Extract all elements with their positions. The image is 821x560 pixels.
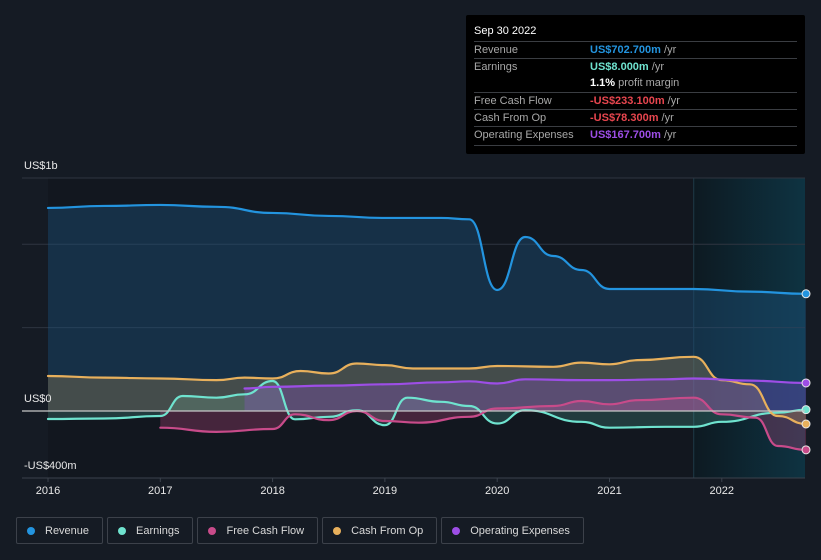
endpoint-free-cash-flow (801, 445, 811, 455)
legend-dot-icon (333, 526, 342, 535)
x-tick-label: 2018 (260, 485, 285, 497)
tooltip-row-profit-margin: 1.1% profit margin (474, 75, 797, 92)
tooltip-value: US$702.700m /yr (590, 44, 677, 56)
x-tick-label: 2020 (484, 485, 510, 497)
legend-item-free-cash-flow[interactable]: Free Cash Flow (197, 517, 319, 544)
tooltip-row-operating-expenses: Operating Expenses US$167.700m /yr (474, 126, 797, 144)
tooltip-label: Earnings (474, 61, 518, 73)
endpoint-earnings (801, 405, 811, 415)
legend-dot-icon (27, 526, 35, 535)
legend: Revenue Earnings Free Cash Flow Cash Fro… (16, 517, 584, 544)
tooltip-label: Operating Expenses (474, 129, 574, 141)
x-tick-label: 2016 (35, 485, 61, 497)
y-tick-label-0: US$0 (24, 393, 52, 405)
tooltip-label: Revenue (474, 44, 519, 56)
legend-label: Revenue (45, 524, 90, 537)
x-tick-label: 2021 (597, 485, 622, 497)
tooltip-value: US$167.700m /yr (590, 129, 677, 141)
tooltip-row-free-cash-flow: Free Cash Flow -US$233.100m /yr (474, 92, 797, 110)
legend-label: Earnings (136, 524, 180, 537)
legend-label: Operating Expenses (470, 524, 570, 537)
x-tick-label: 2022 (709, 485, 735, 497)
tooltip: Sep 30 2022 Revenue US$702.700m /yr Earn… (466, 15, 805, 154)
tooltip-value: -US$233.100m /yr (590, 95, 680, 107)
tooltip-row-revenue: Revenue US$702.700m /yr (474, 41, 797, 59)
legend-item-earnings[interactable]: Earnings (107, 517, 194, 544)
y-tick-label-1b: US$1b (24, 160, 58, 172)
legend-label: Free Cash Flow (226, 524, 305, 537)
tooltip-value: -US$78.300m /yr (590, 112, 674, 124)
legend-item-operating-expenses[interactable]: Operating Expenses (441, 517, 584, 544)
tooltip-row-earnings: Earnings US$8.000m /yr (474, 58, 797, 76)
legend-item-revenue[interactable]: Revenue (16, 517, 104, 544)
legend-item-cash-from-op[interactable]: Cash From Op (322, 517, 438, 544)
legend-label: Cash From Op (351, 524, 424, 537)
endpoint-operating-expenses (801, 378, 811, 388)
tooltip-value: 1.1% profit margin (590, 77, 680, 89)
tooltip-date: Sep 30 2022 (474, 25, 537, 37)
endpoint-cash-from-op (801, 419, 811, 429)
legend-dot-icon (452, 526, 461, 535)
legend-dot-icon (118, 526, 127, 535)
y-tick-label-neg400m: -US$400m (24, 460, 77, 472)
tooltip-label: Cash From Op (474, 112, 547, 124)
tooltip-value: US$8.000m /yr (590, 61, 664, 73)
endpoint-revenue (801, 289, 811, 299)
x-tick-label: 2019 (372, 485, 398, 497)
x-tick-label: 2017 (148, 485, 173, 497)
legend-dot-icon (208, 526, 217, 535)
tooltip-row-cash-from-op: Cash From Op -US$78.300m /yr (474, 109, 797, 127)
tooltip-label: Free Cash Flow (474, 95, 552, 107)
